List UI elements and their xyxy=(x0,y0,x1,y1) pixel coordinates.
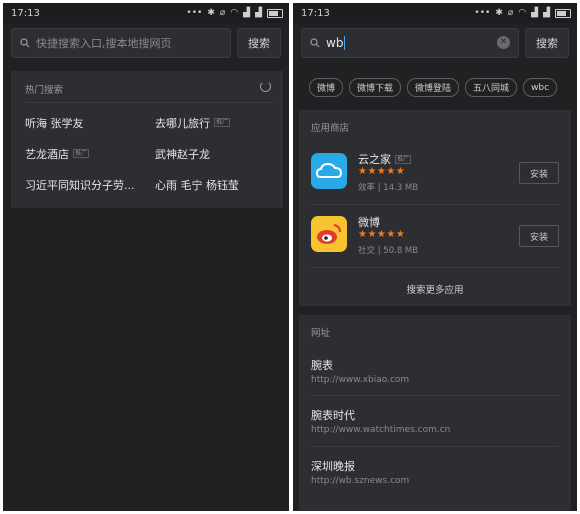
divider xyxy=(311,446,559,447)
rating-stars: ★★★★★ xyxy=(358,229,406,240)
website-item[interactable]: 腕表 http://www.xbiao.com xyxy=(311,357,559,407)
signal-icon: ▟ xyxy=(531,8,539,18)
website-name: 深圳晚报 xyxy=(311,460,355,473)
search-placeholder: 快捷搜索入口,搜本地搜网页 xyxy=(36,37,172,50)
website-url: http://www.xbiao.com xyxy=(311,375,410,385)
install-button[interactable]: 安装 xyxy=(519,162,559,184)
app-name: 云之家 推广 xyxy=(358,151,412,167)
hot-search-text: 艺龙酒店 xyxy=(25,147,69,161)
signal-icon-2: ▟ xyxy=(255,8,262,18)
wifi-icon: ◠ xyxy=(518,8,527,18)
search-button[interactable]: 搜索 xyxy=(525,28,569,58)
wifi-icon: ◠ xyxy=(230,8,239,18)
app-row[interactable]: 微博 ★★★★★ 社交 | 50.8 MB 安装 xyxy=(311,205,559,268)
search-input[interactable]: 快捷搜索入口,搜本地搜网页 xyxy=(11,28,231,58)
more-icon: ••• xyxy=(474,8,491,18)
suggestion-chip[interactable]: 微博下载 xyxy=(349,78,402,97)
hot-search-text: 心雨 毛宁 杨钰莹 xyxy=(155,178,239,192)
app-name: 微博 xyxy=(358,214,380,230)
hot-search-item[interactable]: 艺龙酒店 推广 xyxy=(25,146,155,161)
app-category: 社交 xyxy=(358,246,376,256)
hot-search-text: 武神赵子龙 xyxy=(155,147,210,161)
alarm-off-icon: ⌀ xyxy=(219,8,226,18)
app-size: 50.8 MB xyxy=(383,246,419,256)
app-meta: 社交 | 50.8 MB xyxy=(358,246,419,256)
hot-search-text: 习近平同知识分子劳... xyxy=(25,178,135,192)
app-row[interactable]: 云之家 推广 ★★★★★ 效率 | 14.3 MB 安装 xyxy=(311,142,559,205)
bluetooth-icon: ✱ xyxy=(207,8,215,18)
status-time: 17:13 xyxy=(11,7,40,19)
app-icon-yunzhijia xyxy=(311,153,347,189)
battery-icon xyxy=(267,8,283,18)
websites-panel: 网址 腕表 http://www.xbiao.com 腕表时代 http://w… xyxy=(299,315,571,511)
bluetooth-icon: ✱ xyxy=(495,8,503,18)
search-row: 快捷搜索入口,搜本地搜网页 搜索 xyxy=(3,25,289,61)
divider xyxy=(25,102,273,103)
search-value: wb xyxy=(326,36,344,50)
signal-icon-2: ▟ xyxy=(543,8,550,18)
hot-search-item[interactable]: 心雨 毛宁 杨钰莹 xyxy=(155,177,273,192)
hot-search-item[interactable]: 去哪儿旅行 推广 xyxy=(155,115,273,130)
website-url: http://wb.sznews.com xyxy=(311,476,410,486)
suggestion-chips: 微博 微博下载 微博登陆 五八同城 wbc xyxy=(309,78,569,97)
hot-search-item[interactable]: 听海 张学友 xyxy=(25,115,155,130)
clear-icon[interactable]: ✕ xyxy=(497,36,510,49)
more-icon: ••• xyxy=(186,8,203,18)
hot-search-list: 听海 张学友 去哪儿旅行 推广 艺龙酒店 推广 武神赵子龙 习近平同知识分子劳...… xyxy=(25,115,273,192)
promo-tag: 推广 xyxy=(73,149,90,158)
promo-tag: 推广 xyxy=(214,118,231,127)
status-bar: 17:13 ••• ✱ ⌀ ◠ ▟ ▟ xyxy=(3,3,289,23)
search-icon xyxy=(20,38,30,48)
text-cursor xyxy=(344,36,346,50)
app-category: 效率 xyxy=(358,183,376,193)
hot-search-text: 去哪儿旅行 xyxy=(155,116,210,130)
alarm-off-icon: ⌀ xyxy=(507,8,514,18)
right-screen: 17:13 ••• ✱ ⌀ ◠ ▟ ▟ wb ✕ 搜索 微博 微博下载 微博登陆… xyxy=(293,3,577,511)
app-size: 14.3 MB xyxy=(383,183,419,193)
suggestion-chip[interactable]: wbc xyxy=(523,78,558,97)
hot-search-title: 热门搜索 xyxy=(25,85,64,96)
refresh-icon[interactable] xyxy=(260,81,271,92)
hot-search-item[interactable]: 习近平同知识分子劳... xyxy=(25,177,155,192)
app-store-title: 应用商店 xyxy=(311,123,350,134)
search-input[interactable]: wb ✕ xyxy=(301,28,519,58)
status-time: 17:13 xyxy=(301,7,330,19)
search-row: wb ✕ 搜索 xyxy=(293,25,577,61)
website-url: http://www.watchtimes.com.cn xyxy=(311,425,451,435)
app-icon-weibo xyxy=(311,216,347,252)
left-screen: 17:13 ••• ✱ ⌀ ◠ ▟ ▟ 快捷搜索入口,搜本地搜网页 搜索 热门搜… xyxy=(3,3,289,511)
app-name-text: 微博 xyxy=(358,216,380,229)
battery-icon xyxy=(555,8,571,18)
suggestion-chip[interactable]: 微博 xyxy=(309,78,344,97)
rating-stars: ★★★★★ xyxy=(358,166,406,177)
search-icon xyxy=(310,38,320,48)
websites-title: 网址 xyxy=(311,328,331,339)
divider xyxy=(311,395,559,396)
app-meta: 效率 | 14.3 MB xyxy=(358,183,419,193)
website-item[interactable]: 腕表时代 http://www.watchtimes.com.cn xyxy=(311,407,559,457)
install-button[interactable]: 安装 xyxy=(519,225,559,247)
status-bar: 17:13 ••• ✱ ⌀ ◠ ▟ ▟ xyxy=(293,3,577,23)
hot-search-item[interactable]: 武神赵子龙 xyxy=(155,146,273,161)
website-item[interactable]: 深圳晚报 http://wb.sznews.com xyxy=(311,458,559,508)
signal-icon: ▟ xyxy=(243,8,251,18)
website-name: 腕表时代 xyxy=(311,409,355,422)
website-name: 腕表 xyxy=(311,359,333,372)
search-more-apps-link[interactable]: 搜索更多应用 xyxy=(299,282,571,296)
app-name-text: 云之家 xyxy=(358,153,391,166)
suggestion-chip[interactable]: 五八同城 xyxy=(465,78,518,97)
promo-tag: 推广 xyxy=(395,154,412,164)
search-button[interactable]: 搜索 xyxy=(237,28,281,58)
hot-search-text: 听海 张学友 xyxy=(25,116,84,130)
hot-search-panel: 热门搜索 听海 张学友 去哪儿旅行 推广 艺龙酒店 推广 武神赵子龙 习近平同知识分… xyxy=(11,71,283,208)
app-store-panel: 应用商店 云之家 推广 ★★★★★ 效率 | 14.3 MB 安装 微博 ★★★★… xyxy=(299,110,571,306)
suggestion-chip[interactable]: 微博登陆 xyxy=(407,78,460,97)
